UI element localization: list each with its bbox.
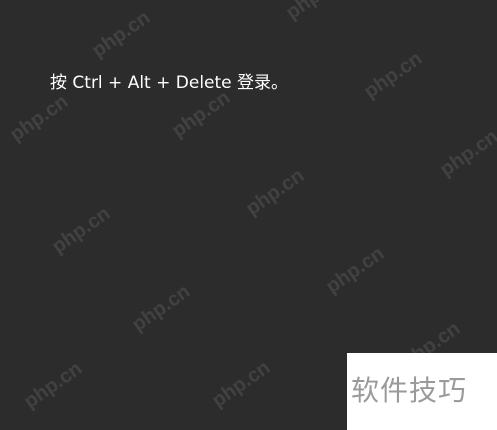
lock-screen: php.cn php.cn php.cn php.cn php.cn php.c…	[0, 0, 497, 430]
corner-badge-label: 软件技巧	[351, 374, 468, 407]
login-prompt: 按 Ctrl + Alt + Delete 登录。	[50, 73, 289, 93]
watermark: php.cn	[88, 6, 155, 63]
watermark: php.cn	[48, 202, 115, 259]
corner-badge: 软件技巧	[347, 353, 497, 430]
watermark: php.cn	[168, 86, 235, 143]
watermark: php.cn	[6, 90, 73, 147]
watermark: php.cn	[282, 0, 349, 25]
watermark: php.cn	[322, 242, 389, 299]
watermark: php.cn	[20, 357, 87, 414]
watermark: php.cn	[436, 125, 497, 182]
watermark: php.cn	[360, 47, 427, 104]
watermark: php.cn	[128, 280, 195, 337]
watermark: php.cn	[242, 164, 309, 221]
watermark: php.cn	[208, 356, 275, 413]
